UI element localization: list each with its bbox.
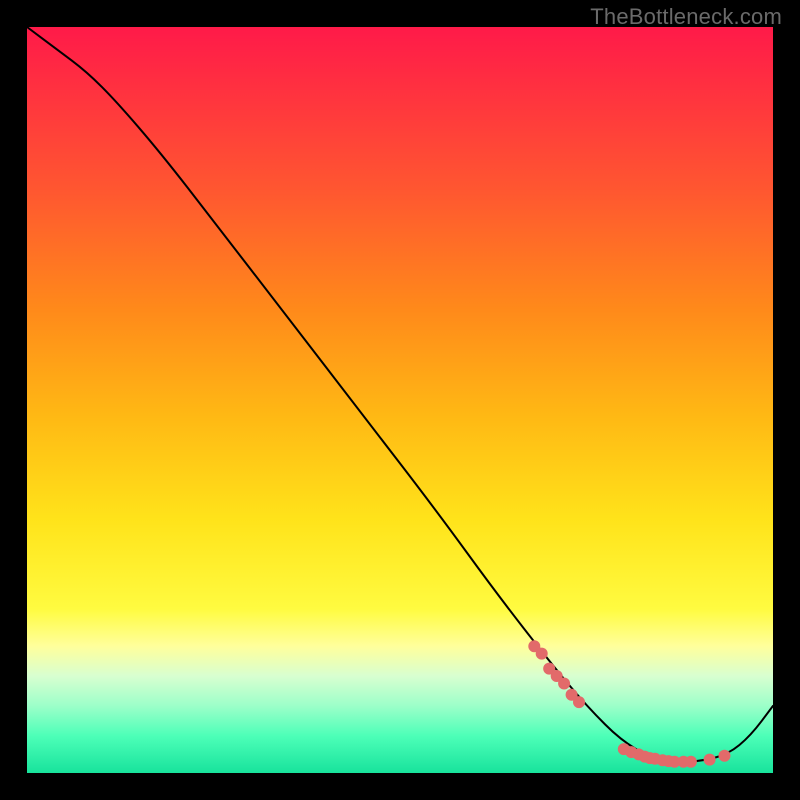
points-layer (528, 640, 730, 768)
curve-layer (27, 27, 773, 762)
plot-overlay (27, 27, 773, 773)
main-curve (27, 27, 773, 762)
data-point (704, 754, 716, 766)
data-point (573, 696, 585, 708)
data-point (719, 750, 731, 762)
data-point (558, 678, 570, 690)
data-point (536, 648, 548, 660)
data-point (685, 756, 697, 768)
chart-container: TheBottleneck.com (0, 0, 800, 800)
